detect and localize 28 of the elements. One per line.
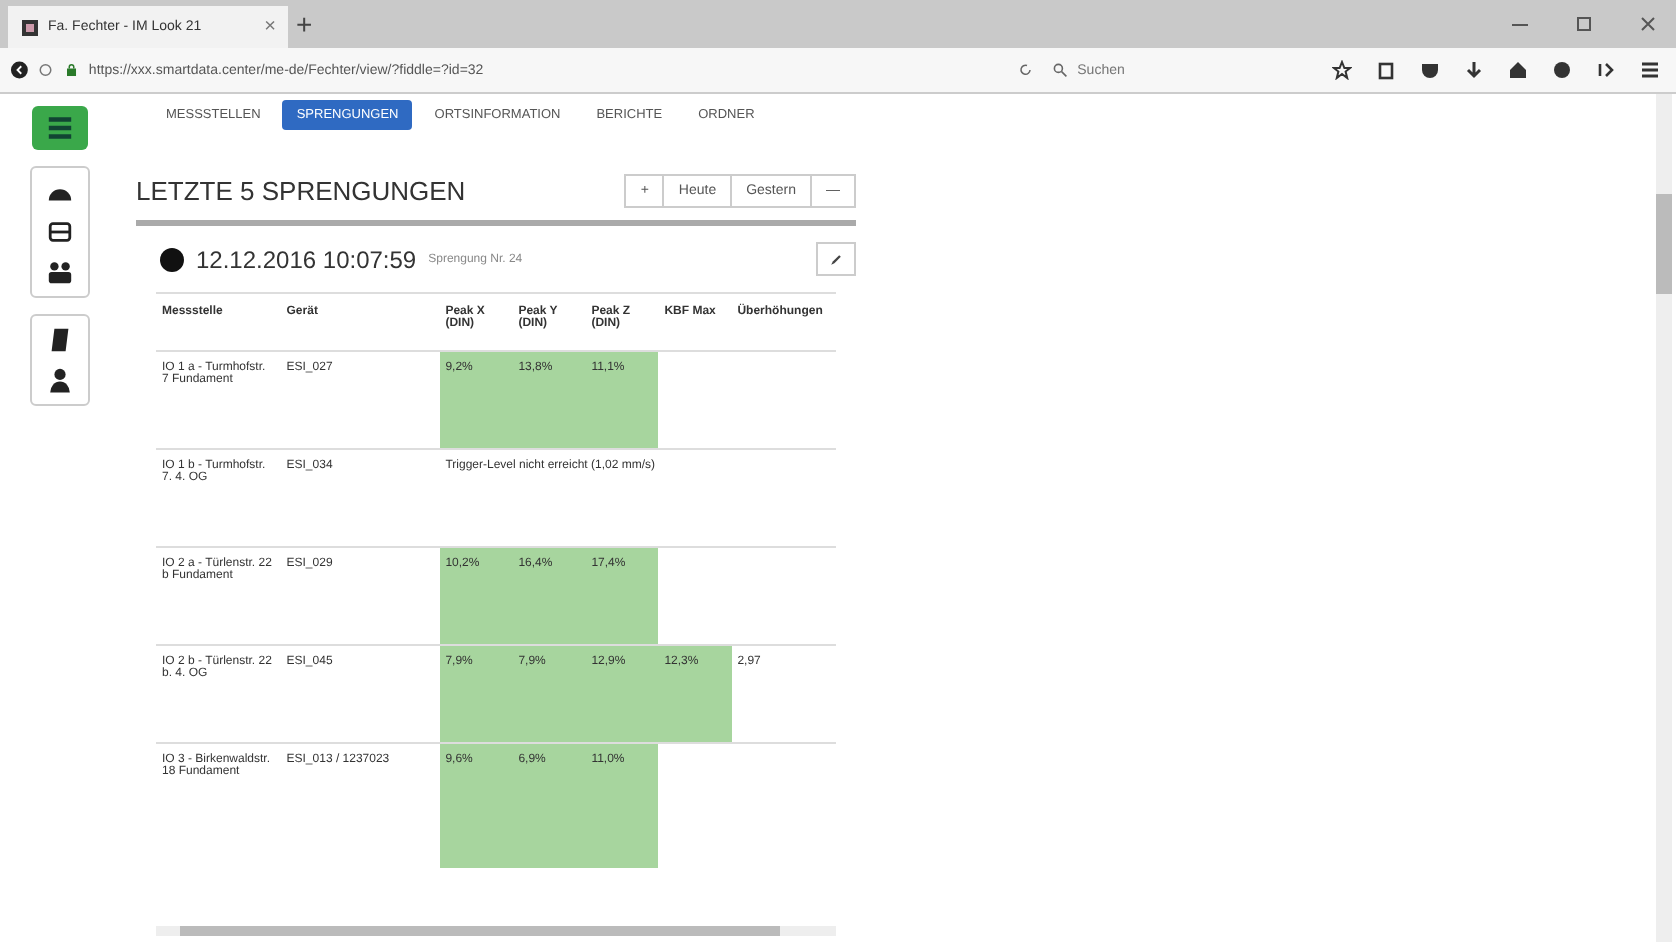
maximize-icon[interactable] [1574, 14, 1594, 34]
menu-button[interactable] [32, 106, 88, 150]
person-icon[interactable] [46, 366, 74, 394]
scrollbar-thumb[interactable] [180, 926, 780, 936]
tab-close-button[interactable]: × [264, 16, 276, 38]
edit-icon [828, 251, 844, 267]
home-icon[interactable] [1508, 60, 1529, 80]
search-icon [1051, 62, 1068, 78]
blast-datetime: 12.12.2016 10:07:59 [196, 245, 417, 273]
inbox-icon[interactable] [46, 218, 74, 246]
scrollbar-thumb[interactable] [1656, 194, 1672, 294]
shield-icon[interactable] [1420, 60, 1441, 80]
close-icon[interactable] [1638, 14, 1658, 34]
new-tab-button[interactable]: + [296, 8, 313, 40]
lock-icon [63, 62, 79, 78]
reload-icon[interactable] [1018, 62, 1034, 78]
favicon-icon [20, 17, 40, 37]
back-icon[interactable] [10, 60, 29, 80]
status-dot-icon [160, 247, 184, 271]
download-icon[interactable] [1464, 60, 1485, 80]
info-icon[interactable] [38, 62, 54, 78]
book-icon[interactable] [46, 326, 74, 354]
menu-icon [46, 114, 74, 142]
arrow-icon[interactable] [1596, 60, 1617, 80]
section-title: LETZTE 5 SPRENGUNGEN [136, 176, 468, 206]
star-icon[interactable] [1332, 60, 1353, 80]
group-icon[interactable] [46, 258, 74, 286]
menu-icon[interactable] [1640, 60, 1661, 80]
